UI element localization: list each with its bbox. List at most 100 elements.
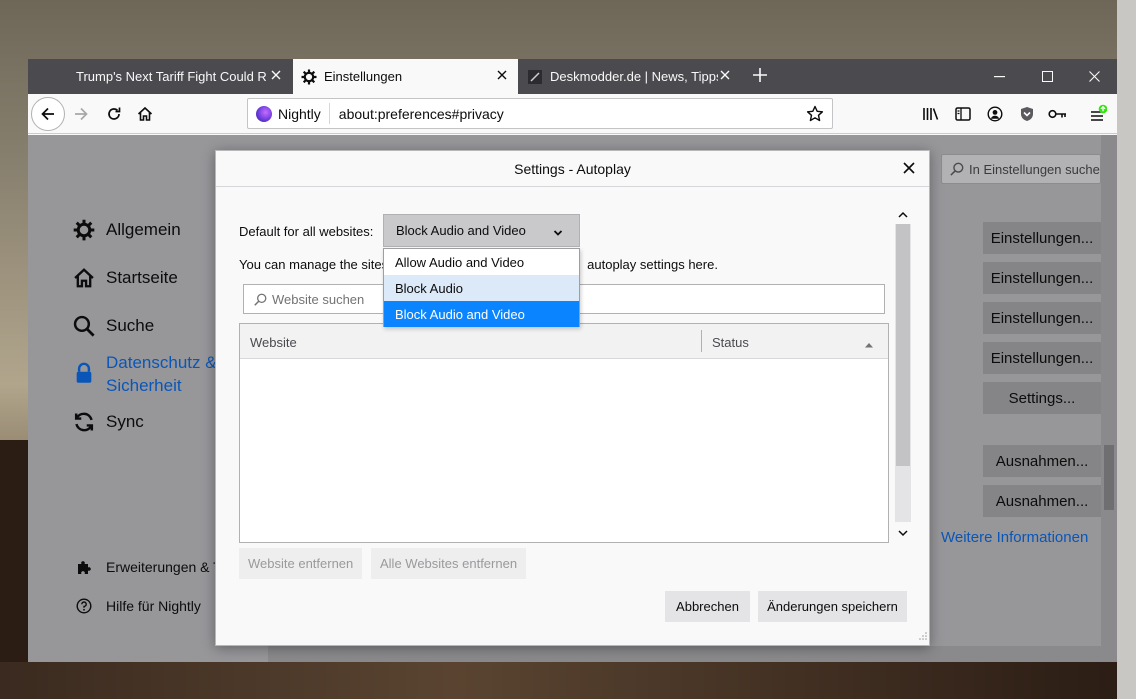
library-icon[interactable]: [921, 104, 941, 124]
desktop-background-right: [1117, 0, 1136, 699]
scroll-down-icon[interactable]: [897, 526, 909, 541]
column-header-status[interactable]: Status: [712, 335, 749, 350]
sidebar-item-suche[interactable]: Suche: [72, 314, 154, 338]
tab-trump[interactable]: Trump's Next Tariff Fight Could Rea: [68, 59, 292, 94]
page-horizontal-scrollbar[interactable]: [268, 646, 1117, 662]
home-icon: [72, 266, 96, 290]
gear-icon: [301, 69, 317, 85]
remove-website-button[interactable]: Website entfernen: [239, 548, 363, 579]
exceptions-button-1[interactable]: Ausnahmen...: [983, 445, 1101, 477]
tab-deskmodder[interactable]: Deskmodder.de | News, Tipps u: [519, 59, 741, 94]
tab-bar: Trump's Next Tariff Fight Could Rea Eins…: [28, 59, 1117, 94]
cancel-button[interactable]: Abbrechen: [665, 591, 750, 622]
sidebar-item-startseite[interactable]: Startseite: [72, 266, 178, 290]
option-allow-audio-video[interactable]: Allow Audio and Video: [384, 249, 579, 275]
scroll-up-icon[interactable]: [897, 208, 909, 223]
account-icon[interactable]: [985, 104, 1005, 124]
scrollbar-thumb[interactable]: [1104, 445, 1114, 510]
column-header-website[interactable]: Website: [250, 335, 297, 350]
deskmodder-favicon-icon: [527, 69, 543, 85]
identity-label: Nightly: [278, 105, 321, 122]
puzzle-icon: [76, 559, 92, 575]
dialog-title: Settings - Autoplay: [514, 160, 631, 177]
reload-button[interactable]: [98, 98, 130, 130]
home-icon: [137, 106, 153, 121]
default-autoplay-select[interactable]: Block Audio and Video: [383, 214, 580, 247]
close-window-button[interactable]: [1071, 59, 1117, 94]
sidebar-item-label: Sync: [106, 412, 144, 431]
dialog-header: Settings - Autoplay: [216, 151, 929, 187]
settings-button-2[interactable]: Einstellungen...: [983, 262, 1101, 294]
home-button[interactable]: [129, 98, 161, 130]
select-value: Block Audio and Video: [396, 223, 526, 238]
desktop-background-bottom: [0, 662, 1136, 699]
website-table: Website Status: [239, 323, 889, 543]
option-block-audio-video[interactable]: Block Audio and Video: [384, 301, 579, 327]
url-bar[interactable]: Nightly about:preferences#privacy: [247, 98, 833, 129]
chevron-down-icon: [553, 225, 563, 240]
arrow-right-icon: [75, 107, 88, 121]
remove-all-websites-button[interactable]: Alle Websites entfernen: [371, 548, 527, 579]
preferences-search-input[interactable]: In Einstellungen suchen: [941, 154, 1101, 184]
sidebar-item-sync[interactable]: Sync: [72, 410, 144, 434]
bookmark-star-icon[interactable]: [806, 105, 824, 126]
sidebar-item-label-group: Datenschutz & Sicherheit: [106, 351, 217, 397]
navigation-toolbar: Nightly about:preferences#privacy: [28, 94, 1117, 134]
url-text[interactable]: about:preferences#privacy: [330, 106, 504, 122]
autoplay-settings-button[interactable]: Settings...: [983, 382, 1101, 414]
close-tab-icon[interactable]: [494, 68, 510, 84]
settings-button-3[interactable]: Einstellungen...: [983, 302, 1101, 334]
sidebar-item-allgemein[interactable]: Allgemein: [72, 218, 181, 242]
close-tab-icon[interactable]: [268, 68, 284, 84]
default-setting-label: Default for all websites:: [239, 224, 374, 239]
close-dialog-icon[interactable]: [901, 160, 917, 176]
minimize-button[interactable]: [976, 59, 1022, 94]
settings-button-4[interactable]: Einstellungen...: [983, 342, 1101, 374]
exceptions-button-2[interactable]: Ausnahmen...: [983, 485, 1101, 517]
tab-title: Einstellungen: [324, 69, 403, 84]
arrow-left-icon: [41, 107, 54, 121]
menu-button[interactable]: [1088, 104, 1108, 124]
manage-text-start: You can manage the sites: [239, 257, 389, 272]
preferences-search-placeholder: In Einstellungen suchen: [969, 161, 1101, 177]
ublock-shield-icon[interactable]: [1017, 104, 1037, 124]
new-tab-button[interactable]: [748, 64, 772, 88]
column-divider[interactable]: [701, 330, 702, 352]
scrollbar-thumb[interactable]: [896, 224, 910, 466]
nightly-logo-icon: [256, 105, 272, 122]
close-tab-icon[interactable]: [717, 68, 733, 84]
sidebar-item-label-line2: Sicherheit: [106, 376, 182, 395]
sidebar-item-erweiterungen[interactable]: Erweiterungen & T: [76, 559, 222, 575]
save-changes-button[interactable]: Änderungen speichern: [758, 591, 907, 622]
autoplay-settings-dialog: Settings - Autoplay Default for all webs…: [215, 150, 930, 646]
key-icon[interactable]: [1048, 104, 1068, 124]
more-info-link[interactable]: Weitere Informationen: [941, 529, 1088, 546]
sidebar-item-hilfe[interactable]: Hilfe für Nightly: [76, 598, 201, 614]
sidebar-toggle-icon[interactable]: [953, 104, 973, 124]
website-search-placeholder: Website suchen: [272, 291, 365, 307]
reload-icon: [108, 107, 121, 120]
option-block-audio[interactable]: Block Audio: [384, 275, 579, 301]
back-button[interactable]: [31, 97, 65, 131]
sort-ascending-icon: [864, 336, 874, 351]
tab-title: Deskmodder.de | News, Tipps u: [550, 69, 718, 84]
page-vertical-scrollbar[interactable]: [1101, 135, 1117, 646]
sidebar-item-label: Suche: [106, 316, 155, 335]
tab-einstellungen[interactable]: Einstellungen: [293, 59, 518, 94]
search-icon: [254, 293, 267, 306]
forward-button[interactable]: [65, 98, 97, 130]
help-icon: [76, 598, 92, 614]
search-icon: [72, 314, 96, 338]
maximize-button[interactable]: [1024, 59, 1070, 94]
sync-icon: [72, 410, 96, 434]
manage-text-end: autoplay settings here.: [587, 257, 718, 272]
resize-grip-icon[interactable]: [919, 628, 927, 643]
identity-box[interactable]: Nightly: [248, 103, 330, 124]
lock-icon: [72, 361, 96, 385]
settings-button-1[interactable]: Einstellungen...: [983, 222, 1101, 254]
sidebar-item-datenschutz[interactable]: Datenschutz & Sicherheit: [72, 351, 217, 397]
sidebar-item-label: Datenschutz &: [106, 353, 217, 372]
hamburger-menu-icon: [1091, 104, 1107, 121]
tab-title: Trump's Next Tariff Fight Could Rea: [76, 69, 266, 84]
dialog-scrollbar[interactable]: [895, 208, 911, 538]
